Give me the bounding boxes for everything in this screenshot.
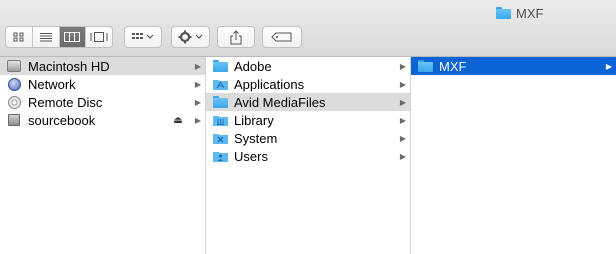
item-label: Macintosh HD: [28, 58, 110, 74]
action-menu-button[interactable]: [171, 26, 210, 48]
list-item-library[interactable]: Library ▶: [206, 111, 410, 129]
list-item-remote-disc[interactable]: Remote Disc ▶: [0, 93, 205, 111]
list-item-mxf[interactable]: MXF ▶: [411, 57, 616, 75]
item-label: Avid MediaFiles: [234, 94, 326, 110]
gallery-view-button[interactable]: [86, 27, 112, 47]
group-grid-icon: [132, 33, 154, 39]
network-globe-icon: [6, 77, 22, 91]
item-label: Adobe: [234, 58, 272, 74]
chevron-right-icon: ▶: [399, 115, 407, 125]
chevron-right-icon: ▶: [194, 97, 202, 107]
chevron-right-icon: ▶: [399, 97, 407, 107]
chevron-right-icon: ▶: [194, 61, 202, 71]
system-folder-icon: [212, 131, 228, 145]
window-title: MXF: [496, 5, 543, 21]
users-folder-icon: [212, 149, 228, 163]
column-volumes: Macintosh HD ▶ Network ▶ Remote Disc ▶ s…: [0, 57, 206, 254]
item-label: MXF: [439, 58, 467, 74]
gallery-view-icon: [90, 32, 108, 42]
list-item-network[interactable]: Network ▶: [0, 75, 205, 93]
folder-icon: [212, 95, 228, 109]
list-item-adobe[interactable]: Adobe ▶: [206, 57, 410, 75]
list-item-applications[interactable]: Applications ▶: [206, 75, 410, 93]
window-title-text: MXF: [516, 5, 544, 21]
list-item-sourcebook[interactable]: sourcebook ⏏ ▶: [0, 111, 205, 129]
chevron-right-icon: ▶: [399, 133, 407, 143]
column-view-icon: [64, 32, 81, 42]
share-button[interactable]: [217, 26, 255, 48]
eject-icon[interactable]: ⏏: [171, 115, 185, 126]
view-mode-segmented-control: [5, 26, 113, 48]
group-menu-button[interactable]: [124, 26, 162, 48]
icon-view-icon: [13, 32, 24, 42]
chevron-right-icon: ▶: [605, 61, 613, 71]
folder-icon: [212, 59, 228, 73]
item-label: Remote Disc: [28, 94, 103, 110]
library-folder-icon: [212, 113, 228, 127]
applications-folder-icon: [212, 77, 228, 91]
list-item-users[interactable]: Users ▶: [206, 147, 410, 165]
column-view-button[interactable]: [59, 27, 87, 47]
share-icon: [230, 29, 242, 44]
chevron-right-icon: ▶: [399, 151, 407, 161]
chevron-right-icon: ▶: [399, 79, 407, 89]
list-item-macintosh-hd[interactable]: Macintosh HD ▶: [0, 57, 205, 75]
item-label: System: [234, 130, 278, 146]
list-item-avid-mediafiles[interactable]: Avid MediaFiles ▶: [206, 93, 410, 111]
item-label: Users: [234, 148, 268, 164]
column-avid-mediafiles: MXF ▶: [411, 57, 616, 254]
item-label: sourcebook: [28, 112, 96, 128]
item-label: Applications: [234, 76, 305, 92]
folder-icon: [417, 59, 433, 73]
list-view-icon: [39, 33, 52, 42]
item-label: Library: [234, 112, 274, 128]
item-label: Network: [28, 76, 76, 92]
chevron-right-icon: ▶: [399, 61, 407, 71]
optical-disc-icon: [6, 95, 22, 109]
list-item-system[interactable]: System ▶: [206, 129, 410, 147]
gear-icon: [178, 30, 202, 44]
tag-button[interactable]: [262, 26, 302, 48]
chevron-right-icon: ▶: [194, 79, 202, 89]
folder-icon: [496, 7, 511, 19]
column-macintosh-hd: Adobe ▶ Applications ▶ Avid MediaFiles ▶…: [206, 57, 411, 254]
window-titlebar: MXF: [0, 0, 616, 57]
usb-drive-icon: [6, 113, 22, 127]
list-view-button[interactable]: [33, 27, 60, 47]
tag-icon: [271, 32, 292, 42]
chevron-right-icon: ▶: [194, 115, 202, 125]
hard-disk-icon: [6, 59, 22, 73]
icon-view-button[interactable]: [6, 27, 33, 47]
